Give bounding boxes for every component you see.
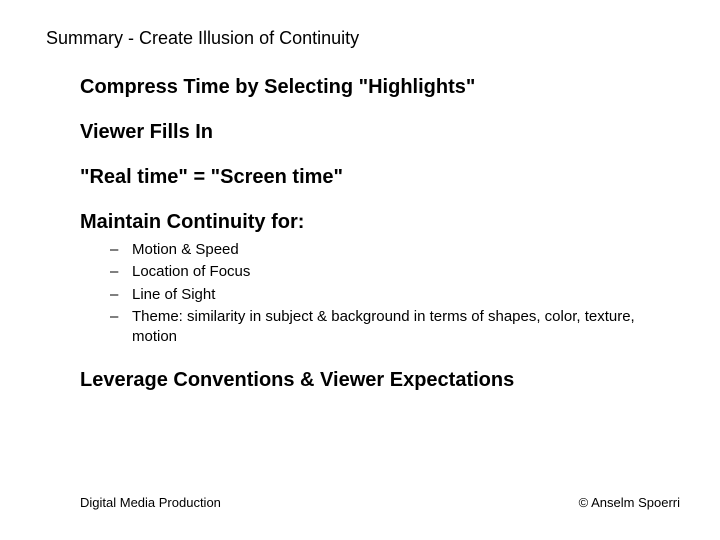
point-viewer-fills-in: Viewer Fills In xyxy=(80,121,680,144)
point-maintain-continuity: Maintain Continuity for: xyxy=(80,211,680,234)
footer-right: © Anselm Spoerri xyxy=(579,495,680,510)
slide: Summary - Create Illusion of Continuity … xyxy=(0,0,720,540)
list-item: Location of Focus xyxy=(116,262,680,282)
point-leverage-conventions: Leverage Conventions & Viewer Expectatio… xyxy=(80,369,680,392)
list-item: Motion & Speed xyxy=(116,240,680,260)
list-item: Theme: similarity in subject & backgroun… xyxy=(116,307,680,348)
list-item: Line of Sight xyxy=(116,285,680,305)
bullet-points: Compress Time by Selecting "Highlights" … xyxy=(80,70,680,398)
continuity-sublist: Motion & Speed Location of Focus Line of… xyxy=(80,240,680,347)
point-real-time: "Real time" = "Screen time" xyxy=(80,166,680,189)
slide-title: Summary - Create Illusion of Continuity xyxy=(46,28,359,49)
point-compress-time: Compress Time by Selecting "Highlights" xyxy=(80,76,680,99)
footer-left: Digital Media Production xyxy=(80,495,221,510)
